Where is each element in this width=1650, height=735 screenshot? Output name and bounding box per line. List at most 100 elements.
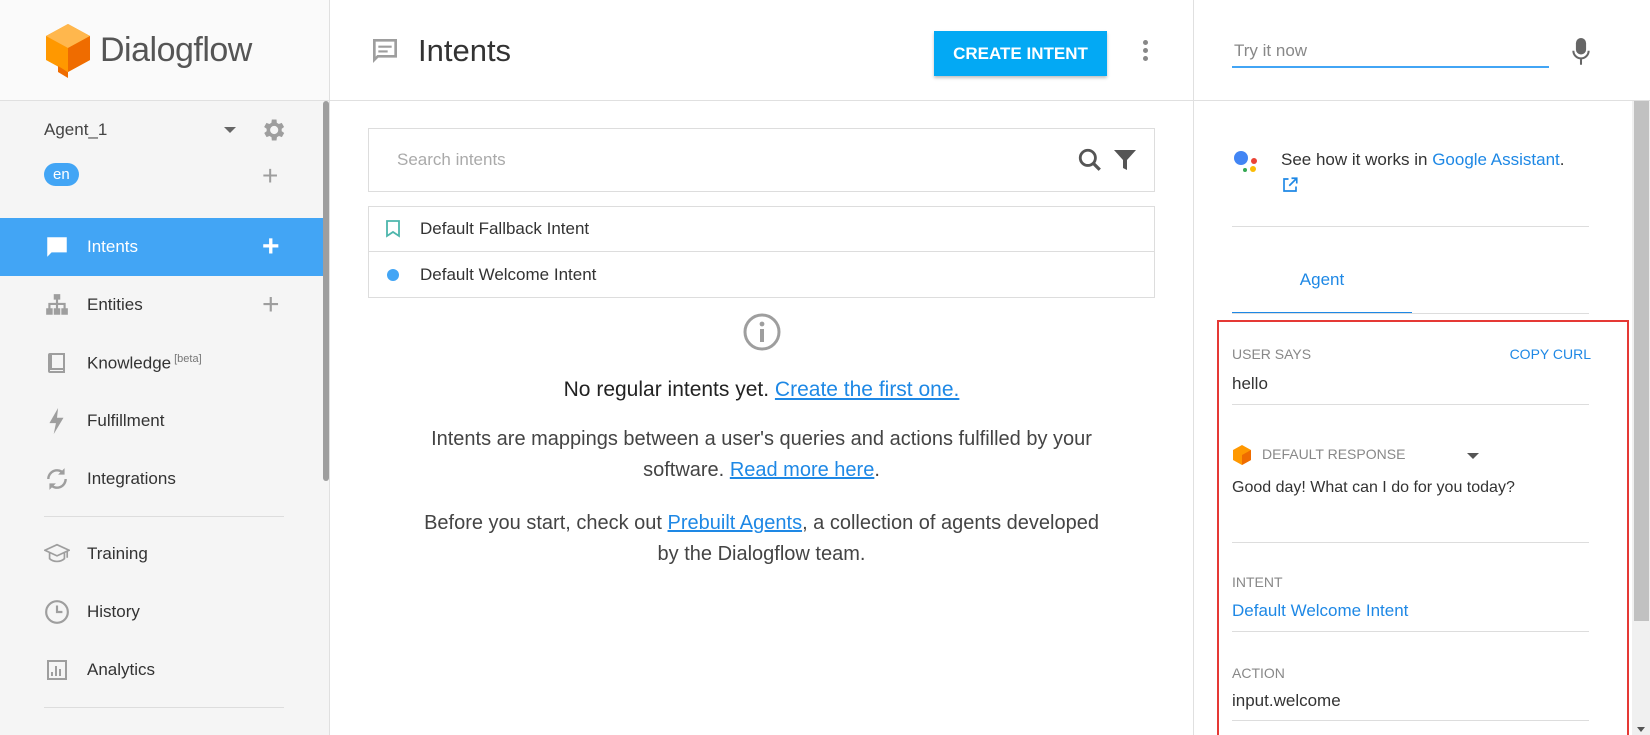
bar-chart-icon <box>44 657 70 683</box>
sidebar-item-history[interactable]: History <box>0 583 323 641</box>
search-bar <box>368 128 1155 192</box>
intents-description: Intents are mappings between a user's qu… <box>422 424 1102 486</box>
scrollbar-thumb[interactable] <box>1634 101 1649 621</box>
intent-label: INTENT <box>1232 574 1283 590</box>
intent-name: Default Welcome Intent <box>420 264 597 284</box>
chat-bubble-icon <box>44 234 70 260</box>
sidebar-item-label: Training <box>87 544 148 563</box>
language-row: en + <box>44 162 294 193</box>
lightning-icon <box>44 408 70 434</box>
dialogflow-logo-icon <box>1233 445 1251 465</box>
agent-response-panel: USER SAYS COPY CURL hello DEFAULT RESPON… <box>1217 320 1629 735</box>
sidebar-item-integrations[interactable]: Integrations <box>0 450 323 508</box>
sidebar-item-label: Analytics <box>87 660 156 679</box>
list-item[interactable]: Default Fallback Intent <box>369 207 1154 252</box>
action-label: ACTION <box>1232 665 1285 681</box>
empty-title: No regular intents yet. Create the first… <box>330 378 1193 402</box>
sidebar-item-label: History <box>87 602 140 621</box>
hierarchy-icon <box>44 292 70 318</box>
intent-name: Default Fallback Intent <box>420 219 590 238</box>
sidebar-item-training[interactable]: Training <box>0 525 323 583</box>
sidebar-item-fulfillment[interactable]: Fulfillment <box>0 392 323 450</box>
search-input[interactable] <box>369 129 1029 191</box>
dialogflow-logo[interactable]: Dialogflow <box>0 0 329 101</box>
read-more-link[interactable]: Read more here <box>730 459 875 481</box>
page-title: Intents <box>418 33 512 68</box>
add-intent-icon[interactable]: + <box>262 232 280 262</box>
divider <box>1232 313 1589 314</box>
ga-text-prefix: See how it works in <box>1281 150 1428 169</box>
sidebar-item-label: Intents <box>87 237 139 256</box>
main-content: Intents CREATE INTENT Default Fallback I… <box>330 0 1193 735</box>
divider <box>1232 404 1589 405</box>
brand-name: Dialogflow <box>100 30 252 69</box>
test-console: See how it works in Google Assistant. Ag… <box>1193 0 1650 735</box>
matched-intent-link[interactable]: Default Welcome Intent <box>1232 601 1408 621</box>
google-assistant-text: See how it works in Google Assistant. <box>1281 148 1589 196</box>
sidebar-item-intents[interactable]: Intents + <box>0 218 323 276</box>
list-item[interactable]: Default Welcome Intent <box>369 252 1154 297</box>
add-language-icon[interactable]: + <box>262 162 278 190</box>
copy-curl-button[interactable]: COPY CURL <box>1510 346 1591 362</box>
prebuilt-agents-description: Before you start, check out Prebuilt Age… <box>422 508 1102 570</box>
main-header: Intents CREATE INTENT <box>330 0 1193 101</box>
nav-divider <box>44 516 284 517</box>
intent-list: Default Fallback Intent Default Welcome … <box>368 206 1155 298</box>
try-it-row <box>1194 0 1650 101</box>
create-intent-button[interactable]: CREATE INTENT <box>934 31 1107 76</box>
default-response-value: Good day! What can I do for you today? <box>1232 479 1515 496</box>
google-assistant-icon <box>1234 151 1257 172</box>
google-assistant-promo: See how it works in Google Assistant. <box>1232 148 1589 196</box>
default-response-label: DEFAULT RESPONSE <box>1262 446 1406 462</box>
user-says-label: USER SAYS <box>1232 346 1312 362</box>
info-icon <box>743 313 780 351</box>
intents-description-end: . <box>874 459 880 481</box>
dialogflow-logo-icon <box>46 24 90 78</box>
divider <box>1232 226 1589 227</box>
prebuilt-description-text: Before you start, check out <box>424 512 662 534</box>
divider <box>1232 631 1589 632</box>
sidebar-item-label: Entities <box>87 295 143 314</box>
graduation-cap-icon <box>44 541 70 567</box>
sidebar-item-label: Knowledge [beta] <box>87 353 202 374</box>
gear-icon[interactable] <box>259 116 287 144</box>
ga-text-suffix: . <box>1559 150 1565 169</box>
tab-agent[interactable]: Agent <box>1232 252 1412 314</box>
agent-dropdown-icon[interactable] <box>224 127 236 133</box>
beta-badge: [beta] <box>174 352 202 365</box>
empty-state: No regular intents yet. Create the first… <box>330 312 1193 570</box>
sidebar-item-knowledge[interactable]: Knowledge [beta] <box>0 334 323 392</box>
sync-icon <box>44 466 70 492</box>
try-it-input[interactable] <box>1232 36 1549 68</box>
filter-icon[interactable] <box>1113 147 1137 173</box>
sidebar-item-entities[interactable]: Entities + <box>0 276 323 334</box>
sidebar-item-label: Integrations <box>87 469 176 488</box>
prebuilt-agents-link[interactable]: Prebuilt Agents <box>668 512 803 534</box>
sidebar-nav: Intents + Entities + Knowledge [beta] Ful… <box>0 218 323 716</box>
knowledge-label: Knowledge <box>87 353 172 373</box>
empty-title-text: No regular intents yet. <box>563 378 770 401</box>
action-value: input.welcome <box>1232 691 1341 710</box>
create-first-intent-link[interactable]: Create the first one. <box>775 378 959 401</box>
user-says-value: hello <box>1232 374 1268 393</box>
search-icon[interactable] <box>1077 147 1103 173</box>
response-dropdown-icon[interactable] <box>1467 453 1479 459</box>
microphone-icon[interactable] <box>1571 38 1591 66</box>
console-scrollbar[interactable] <box>1632 101 1650 735</box>
sidebar-scrollbar[interactable] <box>323 101 329 481</box>
sidebar-item-analytics[interactable]: Analytics <box>0 641 323 699</box>
add-entity-icon[interactable]: + <box>262 290 280 320</box>
dot-icon <box>387 268 399 281</box>
external-link-icon[interactable] <box>1281 176 1299 194</box>
google-assistant-link[interactable]: Google Assistant <box>1432 150 1560 169</box>
sidebar: Dialogflow Agent_1 en + Intents + Entiti… <box>0 0 330 735</box>
sidebar-item-label: Fulfillment <box>87 411 165 430</box>
more-options-icon[interactable] <box>1140 40 1150 64</box>
clock-icon <box>44 599 70 625</box>
divider <box>1232 720 1589 721</box>
agent-selector[interactable]: Agent_1 <box>44 115 294 145</box>
language-badge[interactable]: en <box>44 163 79 186</box>
chat-bubble-icon <box>373 39 397 63</box>
scroll-down-arrow-icon[interactable] <box>1637 727 1645 732</box>
agent-name: Agent_1 <box>44 120 108 139</box>
